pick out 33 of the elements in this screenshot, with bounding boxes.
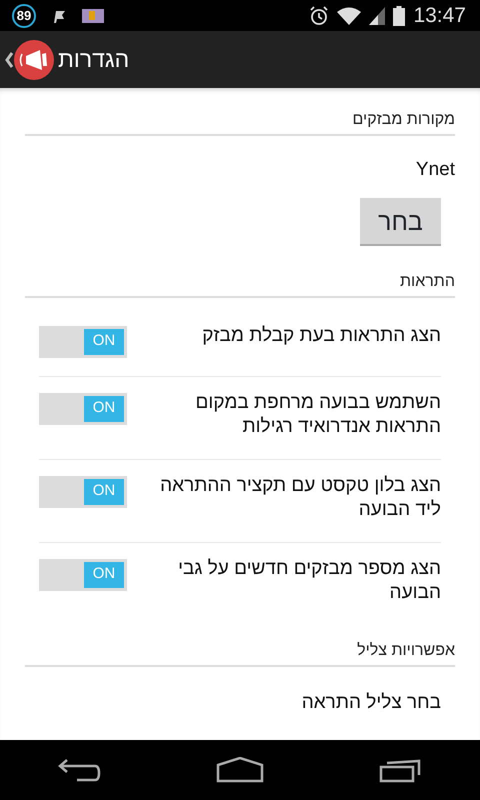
source-name: Ynet <box>416 159 455 180</box>
toggle-state: ON <box>84 396 124 422</box>
up-button[interactable] <box>4 40 54 80</box>
notification-icon <box>82 8 104 22</box>
toggle-switch[interactable]: ON <box>39 558 127 590</box>
clock-time: 13:47 <box>413 2 466 29</box>
notification-count: 89 <box>12 4 36 28</box>
section-header: התראות <box>25 270 455 298</box>
home-icon[interactable] <box>216 757 264 783</box>
toggle-switch[interactable]: ON <box>39 326 127 358</box>
setting-label: הצג התראות בעת קבלת מבזק <box>201 324 441 348</box>
section-header: מקורות מבזקים <box>25 108 455 136</box>
setting-item[interactable]: בחר צליל התראה <box>302 692 441 712</box>
signal-icon <box>369 6 386 24</box>
back-chevron-icon <box>4 52 14 68</box>
section-header: אפשרויות צליל <box>25 638 455 666</box>
recent-apps-icon[interactable] <box>378 757 423 783</box>
toggle-state: ON <box>84 478 124 504</box>
toggle-switch[interactable]: ON <box>39 476 127 508</box>
toggle-state: ON <box>84 328 124 354</box>
wifi-icon <box>337 6 362 24</box>
screen-title: הגדרות <box>58 45 130 74</box>
toggle-state: ON <box>84 562 124 588</box>
setting-label: השתמש בבועה מרחפת במקום התראות אנדרואיד רגילות <box>194 390 441 438</box>
toggle-switch[interactable]: ON <box>39 392 127 424</box>
setting-label: הצג בלון טקסט עם תקציר ההתראה ליד הבועה <box>159 474 441 522</box>
alarm-icon <box>309 6 330 26</box>
choose-button[interactable]: בחר <box>360 198 441 246</box>
flag-icon <box>52 8 66 22</box>
setting-label: הצג מספר מבזקים חדשים על גבי הבועה <box>177 556 441 604</box>
megaphone-icon <box>14 40 54 80</box>
back-icon[interactable] <box>57 757 102 783</box>
battery-icon <box>393 6 406 26</box>
